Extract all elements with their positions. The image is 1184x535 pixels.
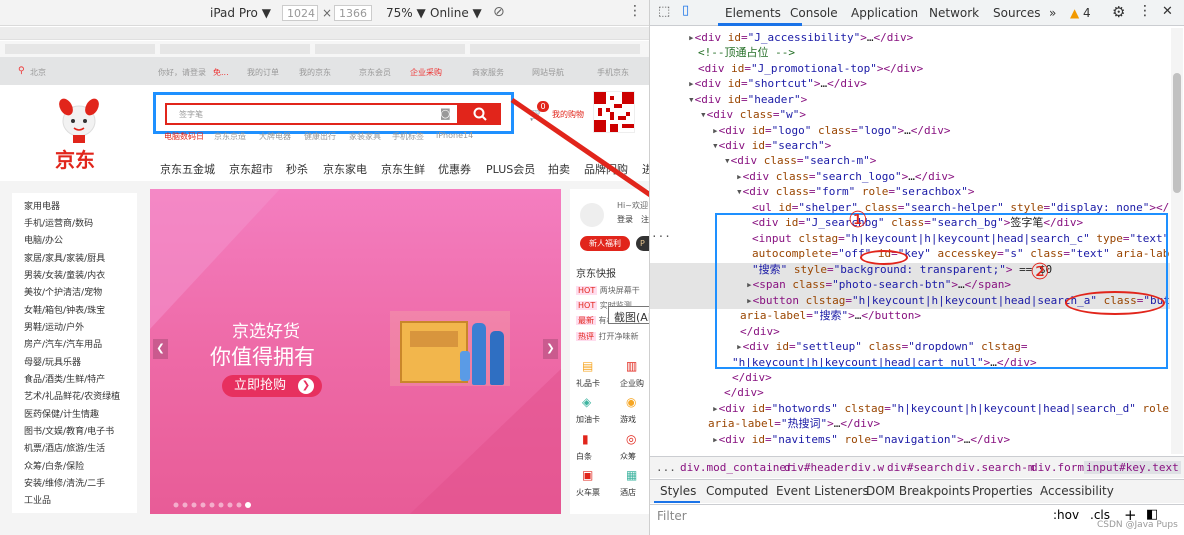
dom-node[interactable]: ▸<div id="hotwords" clstag="h|keycount|h… xyxy=(712,401,1169,416)
active-tab-indicator xyxy=(654,501,700,503)
breadcrumb-item[interactable]: div.w xyxy=(851,461,884,474)
watermark: CSDN @Java Pups xyxy=(1097,520,1178,530)
hov-toggle[interactable]: :hov xyxy=(1053,508,1079,522)
breadcrumb: ... div.mod_container div#header div.w d… xyxy=(650,456,1184,478)
annotation-number-1: ① xyxy=(848,208,868,233)
devtools-panel: ⬚ ▯ Elements Console Application Network… xyxy=(649,0,1184,535)
breadcrumb-item[interactable]: div#header xyxy=(784,461,850,474)
ellipsis-icon[interactable]: ··· xyxy=(651,229,671,244)
warning-icon[interactable]: ▲ xyxy=(1070,6,1079,20)
breadcrumb-item[interactable]: div.search-m xyxy=(955,461,1034,474)
warning-count: 4 xyxy=(1083,6,1091,20)
class-button-circle xyxy=(1065,291,1165,315)
dom-node[interactable]: ▸<div class="search_logo">…</div> xyxy=(736,169,955,184)
dom-node-close[interactable]: </div> xyxy=(732,370,772,385)
breadcrumb-item[interactable]: div#search xyxy=(887,461,953,474)
tab-styles[interactable]: Styles xyxy=(660,484,696,498)
annotation-number-2: ② xyxy=(1030,260,1050,285)
tab-elements[interactable]: Elements xyxy=(725,6,781,20)
breadcrumb-item-active[interactable]: input#key.text xyxy=(1084,461,1181,474)
tab-accessibility[interactable]: Accessibility xyxy=(1040,484,1114,498)
more-tabs-button[interactable]: » xyxy=(1049,6,1056,20)
id-key-circle xyxy=(860,250,908,265)
styles-tabbar: Styles Computed Event Listeners DOM Brea… xyxy=(650,479,1184,503)
filter-input[interactable]: Filter xyxy=(657,509,687,523)
breadcrumb-item[interactable]: div.form xyxy=(1031,461,1084,474)
devtools-tabbar: ⬚ ▯ Elements Console Application Network… xyxy=(650,0,1184,26)
dom-node[interactable]: ▾<div id="search"> xyxy=(712,138,831,153)
dom-node[interactable]: <div id="J_promotional-top"></div> xyxy=(698,61,923,76)
tab-properties[interactable]: Properties xyxy=(972,484,1033,498)
tab-computed[interactable]: Computed xyxy=(706,484,768,498)
dom-node[interactable]: ▸<div id="J_accessibility">…</div> xyxy=(688,30,913,45)
device-toggle-icon[interactable]: ▯ xyxy=(682,3,689,18)
scrollbar-thumb[interactable] xyxy=(1173,73,1181,193)
inspect-element-icon[interactable]: ⬚ xyxy=(658,4,670,19)
dom-node[interactable]: ▸<div id="navitems" role="navigation">…<… xyxy=(712,432,1010,447)
dom-tree: ▸<div id="J_accessibility">…</div> <!--顶… xyxy=(650,27,1170,455)
tab-network[interactable]: Network xyxy=(929,6,979,20)
settings-gear-icon[interactable]: ⚙ xyxy=(1112,3,1125,21)
dom-node-close[interactable]: </div> xyxy=(724,385,764,400)
dom-node[interactable]: ▾<div class="search-m"> xyxy=(724,153,876,168)
dom-node-attrs[interactable]: aria-label="热搜词">…</div> xyxy=(708,416,880,431)
dom-tree-scrollbar[interactable] xyxy=(1171,28,1183,454)
breadcrumb-item[interactable]: ... xyxy=(656,461,676,474)
screenshot-root: iPad Pro ▼ 1024 × 1366 75% ▼ Online ▼ ⊘ … xyxy=(0,0,1184,535)
dom-node[interactable]: ▾<div class="w"> xyxy=(700,107,806,122)
tab-console[interactable]: Console xyxy=(790,6,838,20)
breadcrumb-item[interactable]: div.mod_container xyxy=(680,461,793,474)
dom-node[interactable]: ▸<div id="logo" class="logo">…</div> xyxy=(712,123,951,138)
active-tab-indicator xyxy=(718,23,802,26)
tab-application[interactable]: Application xyxy=(851,6,918,20)
tab-sources[interactable]: Sources xyxy=(993,6,1040,20)
more-options-icon[interactable]: ⋮ xyxy=(1138,3,1152,19)
dom-node[interactable]: ▾<div class="form" role="serachbox"> xyxy=(736,184,974,199)
tab-dom-breakpoints[interactable]: DOM Breakpoints xyxy=(866,484,970,498)
tab-event-listeners[interactable]: Event Listeners xyxy=(776,484,869,498)
dom-node[interactable]: ▾<div id="header"> xyxy=(688,92,807,107)
close-icon[interactable]: ✕ xyxy=(1162,4,1173,19)
dom-comment[interactable]: <!--顶通占位 --> xyxy=(698,45,795,60)
dom-node[interactable]: ▸<div id="shortcut">…</div> xyxy=(688,76,867,91)
